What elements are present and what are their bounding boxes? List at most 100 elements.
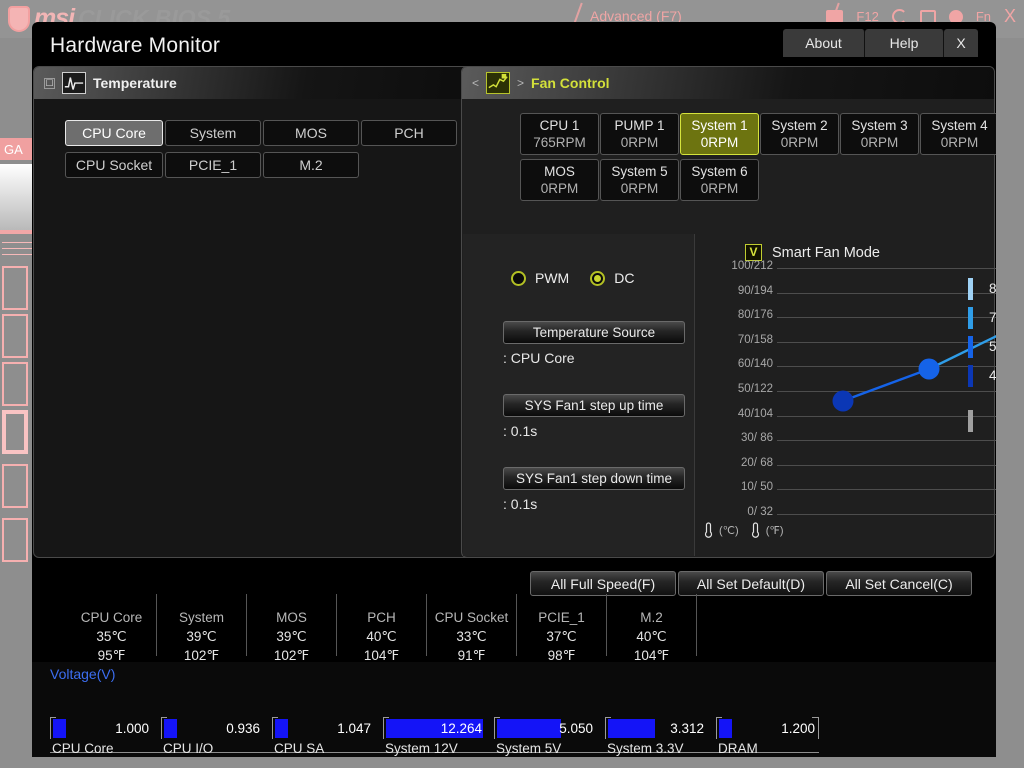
step-up-time-button[interactable]: SYS Fan1 step up time [503, 394, 685, 417]
voltage-track: 3.312 [605, 717, 708, 739]
fan-button-system-5[interactable]: System 5 0RPM [600, 159, 679, 201]
celsius-label: (℃) [719, 525, 739, 537]
status-cell-mos: MOS 39℃ 102℉ [247, 594, 337, 663]
status-sensor-name: CPU Socket [434, 610, 509, 625]
voltage-label: CPU I/O [163, 741, 214, 756]
y-axis-tick-left: 20/ 68 [741, 457, 773, 469]
hardware-monitor-dialog: Hardware Monitor About Help X ☐ Temperat… [32, 22, 996, 757]
y-axis-tick-left: 100/212 [731, 260, 773, 272]
legend-color-swatch [968, 364, 973, 387]
status-cell-cpu-core: CPU Core 35℃ 95℉ [67, 594, 157, 663]
bios-side-strip [0, 230, 32, 234]
voltage-value: 0.936 [226, 721, 260, 736]
fan-button-system-6[interactable]: System 6 0RPM [680, 159, 759, 201]
help-button[interactable]: Help [865, 29, 944, 57]
dc-radio[interactable] [590, 270, 606, 286]
fan-button-system-3[interactable]: System 3 0RPM [840, 113, 919, 155]
temp-source-mos[interactable]: MOS [263, 120, 359, 146]
sensor-status-strip: CPU Core 35℃ 95℉ System 39℃ 102℉ MOS 39℃ 102℉ PCH… [32, 594, 996, 664]
temp-source-system[interactable]: System [165, 120, 261, 146]
all-set-default-button[interactable]: All Set Default(D) [678, 571, 824, 596]
fan-curve-plot-area[interactable]: 100/2121500090/1941350080/1761200070/158… [731, 260, 996, 518]
fan-button-label: System 3 [851, 117, 908, 133]
legend-temperature: 55℃/131℉/ [989, 338, 996, 354]
all-full-speed-button[interactable]: All Full Speed(F) [530, 571, 676, 596]
voltage-label: System 3.3V [607, 741, 684, 756]
status-celsius: 40℃ [366, 629, 397, 644]
prev-panel-arrow[interactable]: < [472, 76, 479, 90]
voltage-item-dram: 1.200 DRAM [716, 717, 819, 756]
smart-fan-mode-row: V Smart Fan Mode [745, 244, 880, 261]
voltage-value: 5.050 [559, 721, 593, 736]
temp-source-cpu-core[interactable]: CPU Core [65, 120, 163, 146]
pwm-radio[interactable] [511, 270, 526, 286]
legend-color-swatch [968, 409, 973, 432]
fan-button-pump-1[interactable]: PUMP 1 0RPM [600, 113, 679, 155]
voltage-track: 1.000 [50, 717, 153, 739]
fan-settings-column: PWM DC Temperature Source : CPU Core SYS… [463, 234, 695, 556]
voltage-value: 1.000 [115, 721, 149, 736]
fan-button-label: MOS [544, 163, 575, 179]
temp-source-m2[interactable]: M.2 [263, 152, 359, 178]
voltage-value: 1.047 [337, 721, 371, 736]
voltage-track: 5.050 [494, 717, 597, 739]
voltage-track: 12.264 [383, 717, 486, 739]
bios-left-rail: GA [0, 130, 36, 768]
fan-control-panel-title: Fan Control [531, 75, 610, 91]
fan-button-label: System 5 [611, 163, 668, 179]
status-celsius: 39℃ [186, 629, 217, 644]
fan-button-rpm: 0RPM [620, 134, 659, 150]
y-axis-tick-left: 40/104 [737, 408, 773, 420]
status-sensor-name: MOS [276, 610, 307, 625]
legend-row-5: 7.20V [968, 406, 996, 435]
y-axis-tick-left: 50/122 [737, 383, 773, 395]
voltage-fill [719, 719, 732, 738]
fan-button-system-4[interactable]: System 4 0RPM [920, 113, 996, 155]
y-axis-tick-left: 70/158 [737, 334, 773, 346]
voltage-label: DRAM [718, 741, 758, 756]
step-up-time-value: : 0.1s [503, 423, 538, 439]
fahrenheit-label: (℉) [765, 525, 784, 537]
temperature-panel: ☐ Temperature CPU Core System MOS PCH CP… [33, 66, 472, 558]
all-set-cancel-button[interactable]: All Set Cancel(C) [826, 571, 972, 596]
fan-button-label: PUMP 1 [614, 117, 665, 133]
step-down-time-button[interactable]: SYS Fan1 step down time [503, 467, 685, 490]
fan-curve-point-1[interactable] [832, 390, 854, 412]
status-celsius: 35℃ [96, 629, 127, 644]
step-down-time-value: : 0.1s [503, 496, 538, 512]
temperature-graph-icon [62, 72, 86, 94]
fan-button-mos[interactable]: MOS 0RPM [520, 159, 599, 201]
fan-button-label: CPU 1 [539, 117, 580, 133]
temp-source-pch[interactable]: PCH [361, 120, 457, 146]
about-button[interactable]: About [783, 29, 865, 57]
fan-button-cpu-1[interactable]: CPU 1 765RPM [520, 113, 599, 155]
y-axis-tick-left: 90/194 [737, 285, 773, 297]
fan-button-label: System 6 [691, 163, 748, 179]
temperature-source-button[interactable]: Temperature Source [503, 321, 685, 344]
collapse-checkbox-icon[interactable]: ☐ [44, 77, 55, 89]
fan-control-panel: < > Fan Control CPU 1 765RPM PUMP 1 0RPM… [461, 66, 996, 558]
legend-row-2: 70℃/158℉/10.80V [968, 303, 996, 332]
status-cell-m-2: M.2 40℃ 104℉ [607, 594, 697, 663]
fan-mode-radio-group: PWM DC [511, 270, 646, 286]
fan-button-rpm: 0RPM [620, 180, 659, 196]
y-axis-tick-left: 30/ 86 [741, 432, 773, 444]
fan-button-rpm: 0RPM [700, 134, 739, 150]
status-sensor-name: CPU Core [80, 610, 143, 625]
legend-temperature: 70℃/158℉/ [989, 309, 996, 325]
next-panel-arrow[interactable]: > [517, 76, 524, 90]
voltage-item-system-12v: 12.264 System 12V [383, 717, 486, 756]
fan-button-system-1[interactable]: System 1 0RPM [680, 113, 759, 155]
thermometer-icon [704, 522, 713, 538]
temp-source-cpu-socket[interactable]: CPU Socket [65, 152, 163, 178]
close-button[interactable]: X [944, 29, 978, 57]
fan-button-system-2[interactable]: System 2 0RPM [760, 113, 839, 155]
voltage-value: 1.200 [781, 721, 815, 736]
fan-curve-point-2[interactable] [918, 358, 940, 380]
voltage-item-cpu-i-o: 0.936 CPU I/O [161, 717, 264, 756]
smart-fan-mode-checkbox[interactable]: V [745, 244, 762, 261]
voltage-fill [497, 719, 561, 738]
dc-label: DC [614, 270, 635, 286]
voltage-end-tick [812, 717, 818, 718]
temp-source-pcie-1[interactable]: PCIE_1 [165, 152, 261, 178]
